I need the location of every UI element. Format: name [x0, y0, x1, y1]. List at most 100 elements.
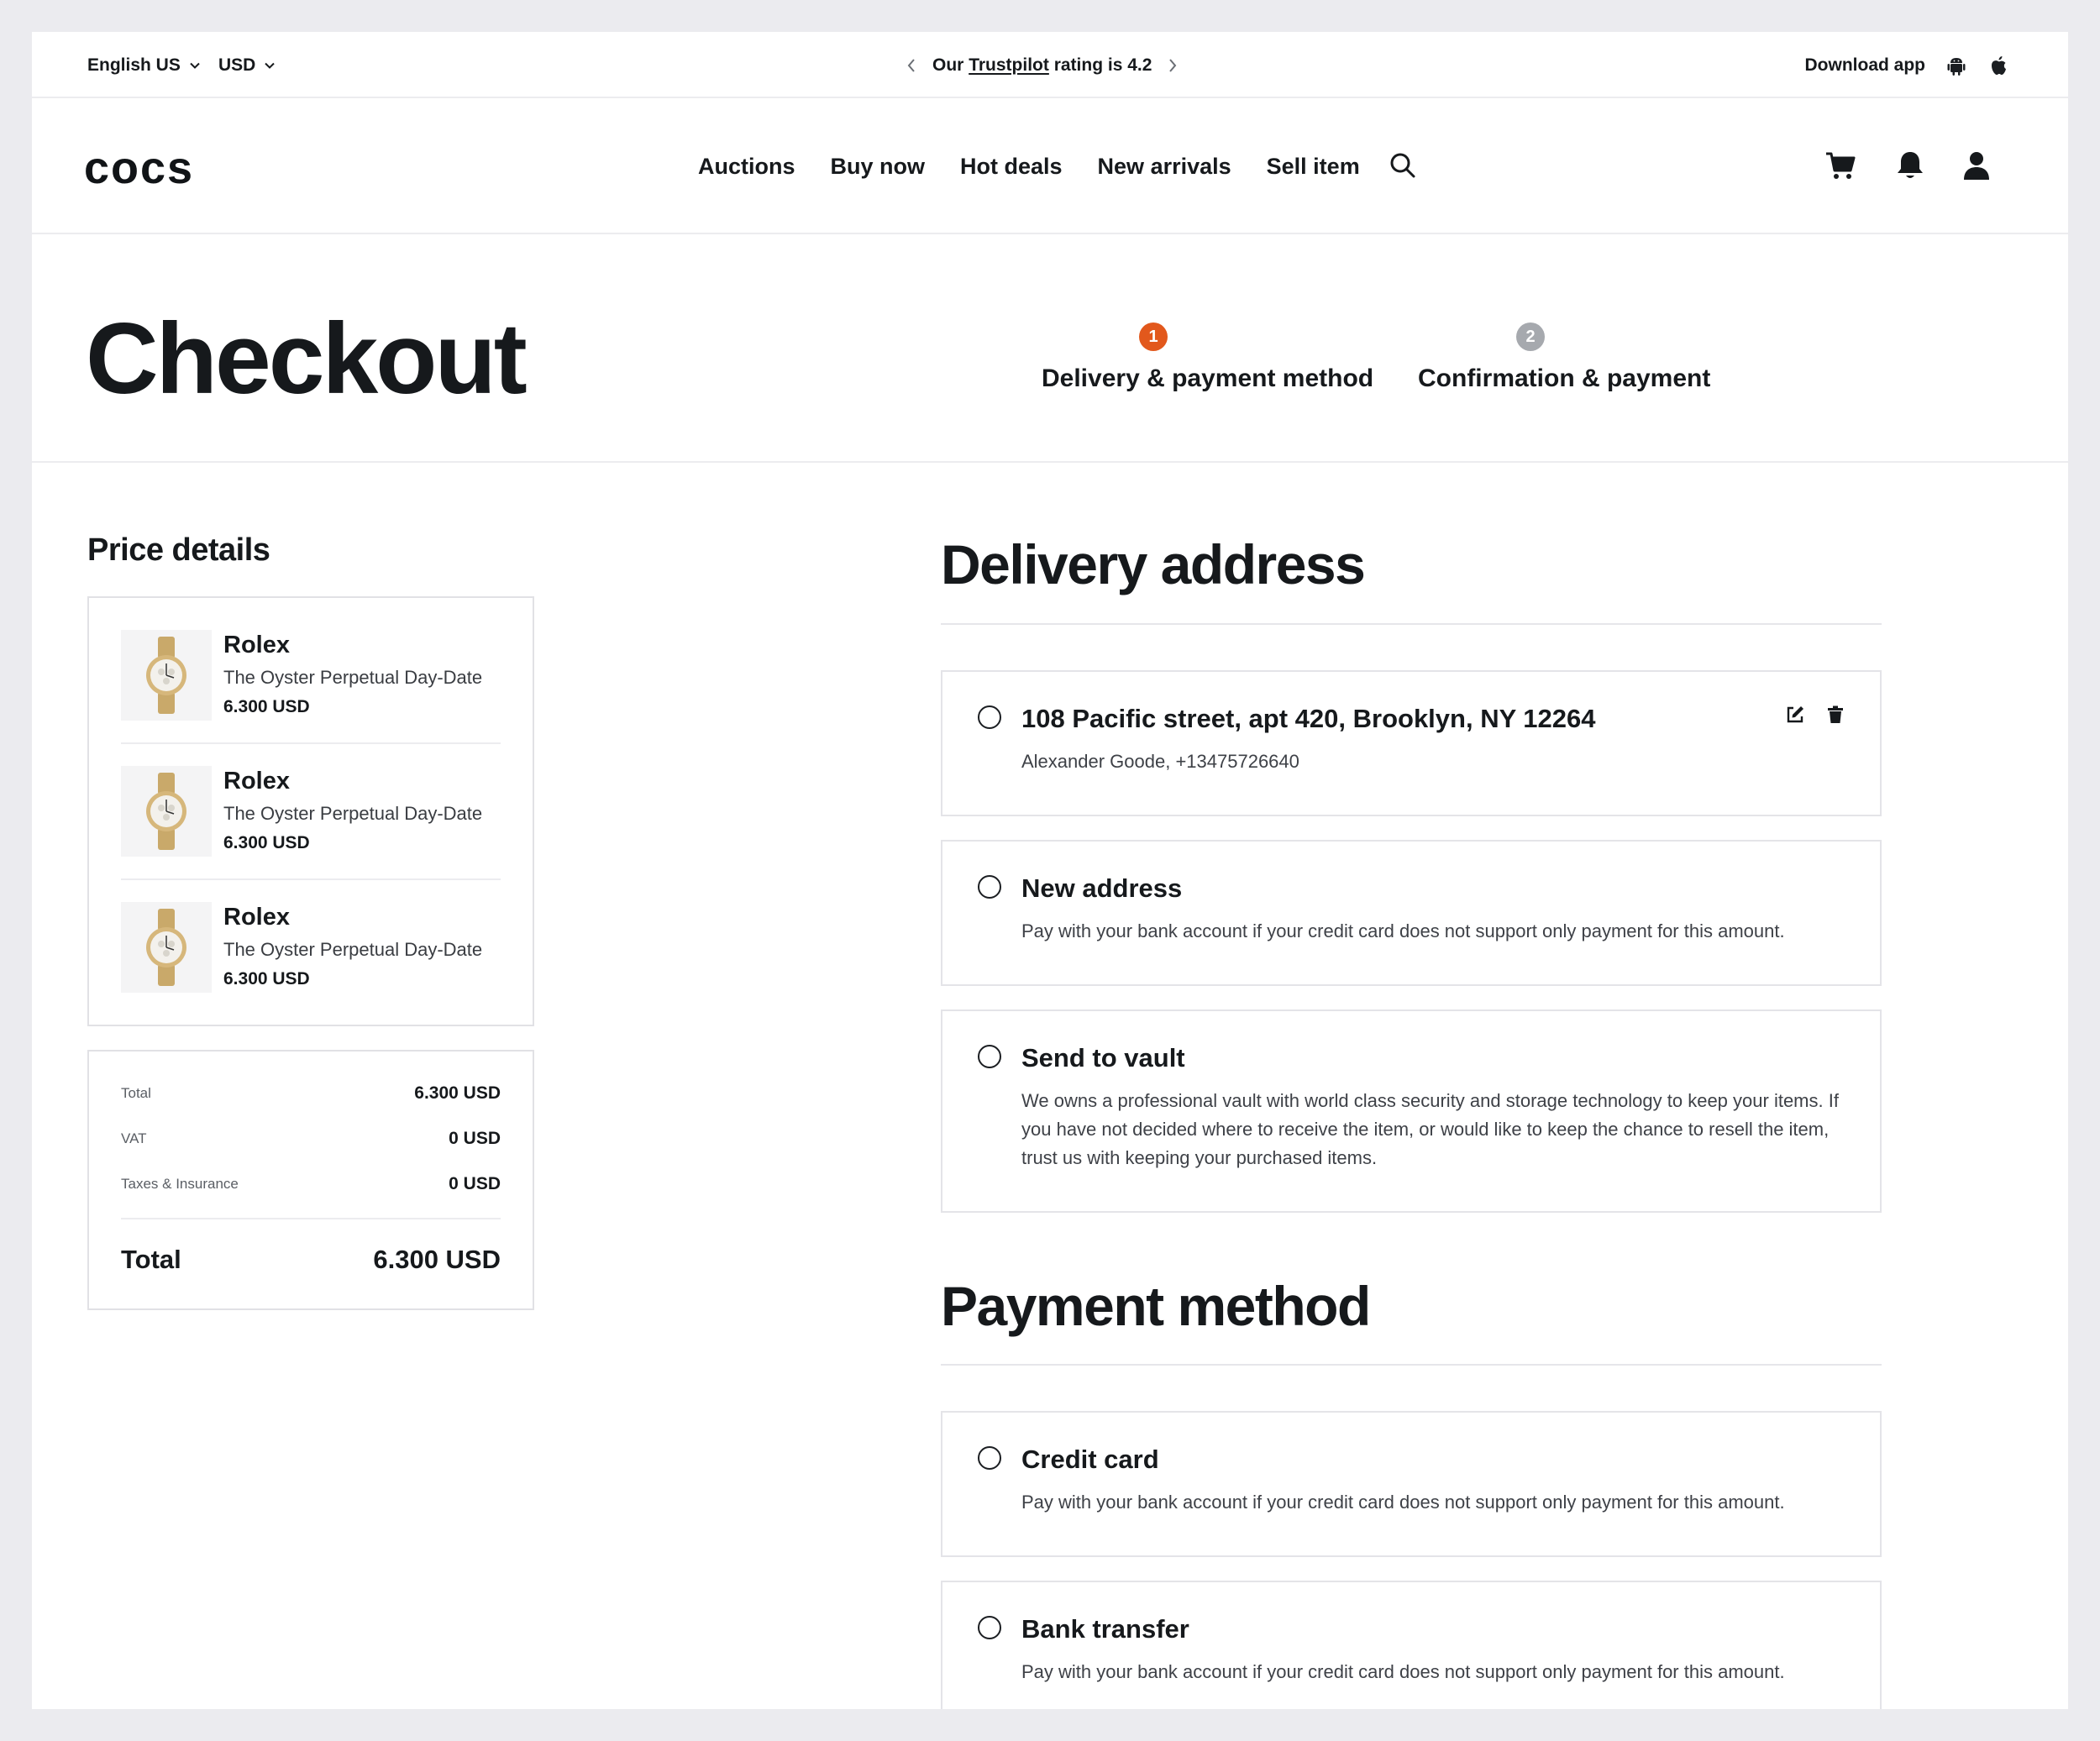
divider: [121, 878, 501, 880]
option-title: 108 Pacific street, apt 420, Brooklyn, N…: [1021, 704, 1596, 733]
nav-item-hot-deals[interactable]: Hot deals: [960, 154, 1063, 180]
nav-item-buy-now[interactable]: Buy now: [831, 154, 926, 180]
address-option-saved[interactable]: 108 Pacific street, apt 420, Brooklyn, N…: [941, 670, 1882, 816]
checkout-page: English US USD Our Trustpilot rating is …: [32, 32, 2068, 1709]
main-navigation: cocs Auctions Buy now Hot deals New arri…: [32, 98, 2068, 234]
totals-row: Total 6.300 USD: [121, 1083, 501, 1104]
edit-icon[interactable]: [1784, 704, 1806, 726]
address-option-vault[interactable]: Send to vault We owns a professional vau…: [941, 1009, 1882, 1213]
totals-value: 6.300 USD: [414, 1083, 501, 1103]
option-subtitle: Pay with your bank account if your credi…: [1021, 920, 1785, 941]
divider: [941, 1364, 1882, 1366]
grand-total: Total 6.300 USD: [121, 1245, 501, 1275]
watch-image: [146, 637, 186, 714]
cart-item[interactable]: Rolex The Oyster Perpetual Day-Date 6.30…: [121, 885, 501, 1021]
step-label: Confirmation & payment: [1418, 364, 1711, 392]
user-icon[interactable]: [1960, 149, 1993, 182]
nav-item-new-arrivals[interactable]: New arrivals: [1098, 154, 1231, 180]
payment-option-bank-transfer[interactable]: Bank transfer Pay with your bank account…: [941, 1581, 1882, 1709]
divider: [121, 1218, 501, 1219]
trash-icon[interactable]: [1824, 704, 1846, 726]
totals-label: Total: [121, 1085, 151, 1101]
bell-icon[interactable]: [1893, 149, 1927, 182]
watch-image: [146, 909, 186, 986]
trustpilot-text: Our Trustpilot rating is 4.2: [932, 55, 1152, 76]
trustpilot-link[interactable]: Trustpilot: [969, 55, 1049, 75]
page-title: Checkout: [86, 302, 528, 415]
option-title: Send to vault: [1021, 1043, 1185, 1072]
item-brand: Rolex: [223, 904, 290, 931]
language-selector[interactable]: English US: [87, 32, 201, 98]
option-subtitle: Pay with your bank account if your credi…: [1021, 1492, 1785, 1513]
payment-option-credit-card[interactable]: Credit card Pay with your bank account i…: [941, 1411, 1882, 1557]
search-icon[interactable]: [1388, 150, 1418, 181]
radio-button[interactable]: [978, 1045, 1001, 1068]
step-label: Delivery & payment method: [1042, 364, 1374, 392]
item-brand: Rolex: [223, 632, 290, 658]
download-app: Download app: [1805, 32, 2010, 98]
nav-item-auctions[interactable]: Auctions: [698, 154, 795, 180]
chevron-down-icon: [265, 62, 276, 69]
radio-button[interactable]: [978, 705, 1001, 729]
step-number-badge: 1: [1139, 323, 1168, 351]
radio-button[interactable]: [978, 1446, 1001, 1470]
option-title: Credit card: [1021, 1445, 1159, 1474]
currency-label: USD: [218, 55, 256, 75]
logo[interactable]: cocs: [84, 142, 194, 194]
totals-row: Taxes & Insurance 0 USD: [121, 1174, 501, 1194]
option-subtitle: Pay with your bank account if your credi…: [1021, 1661, 1785, 1682]
item-price: 6.300 USD: [223, 833, 310, 852]
android-icon[interactable]: [1945, 55, 1967, 76]
totals-value: 0 USD: [449, 1174, 501, 1193]
trustpilot-banner: Our Trustpilot rating is 4.2: [906, 32, 1242, 98]
option-title: Bank transfer: [1021, 1614, 1189, 1644]
cart-icon[interactable]: [1824, 149, 1857, 182]
item-brand: Rolex: [223, 768, 290, 794]
item-price: 6.300 USD: [223, 697, 310, 716]
payment-method-title: Payment method: [941, 1275, 1371, 1337]
nav-item-sell-item[interactable]: Sell item: [1267, 154, 1360, 180]
totals-box: Total 6.300 USD VAT 0 USD Taxes & Insura…: [87, 1050, 534, 1310]
trust-suffix: rating is 4.2: [1053, 55, 1152, 75]
step-number-badge: 2: [1516, 323, 1545, 351]
totals-value: 0 USD: [449, 1129, 501, 1148]
totals-row: VAT 0 USD: [121, 1129, 501, 1149]
nav-menu: Auctions Buy now Hot deals New arrivals …: [698, 98, 1360, 234]
chevron-right-icon[interactable]: [1167, 56, 1179, 75]
apple-icon[interactable]: [1987, 55, 2009, 76]
divider: [941, 623, 1882, 625]
option-title: New address: [1021, 873, 1183, 903]
cart-item[interactable]: Rolex The Oyster Perpetual Day-Date 6.30…: [121, 613, 501, 749]
cart-items-box: Rolex The Oyster Perpetual Day-Date 6.30…: [87, 596, 534, 1026]
chevron-down-icon: [190, 62, 200, 69]
option-subtitle: We owns a professional vault with world …: [1021, 1090, 1839, 1168]
item-description: The Oyster Perpetual Day-Date: [223, 803, 483, 824]
watch-thumbnail: [121, 902, 212, 993]
watch-thumbnail: [121, 766, 212, 857]
chevron-left-icon[interactable]: [906, 56, 917, 75]
item-description: The Oyster Perpetual Day-Date: [223, 939, 483, 960]
watch-thumbnail: [121, 630, 212, 721]
step-confirmation-payment[interactable]: 2 Confirmation & payment: [1418, 323, 1711, 393]
item-price: 6.300 USD: [223, 969, 310, 988]
utility-bar: English US USD Our Trustpilot rating is …: [32, 32, 2068, 98]
grand-total-label: Total: [121, 1245, 181, 1274]
totals-label: Taxes & Insurance: [121, 1176, 239, 1192]
trust-prefix: Our: [932, 55, 964, 75]
option-subtitle: Alexander Goode, +13475726640: [1021, 751, 1299, 772]
watch-image: [146, 773, 186, 850]
cart-item[interactable]: Rolex The Oyster Perpetual Day-Date 6.30…: [121, 749, 501, 885]
radio-button[interactable]: [978, 1616, 1001, 1639]
divider: [121, 742, 501, 744]
radio-button[interactable]: [978, 875, 1001, 899]
totals-label: VAT: [121, 1130, 147, 1146]
price-details-title: Price details: [87, 532, 270, 568]
step-delivery-payment[interactable]: 1 Delivery & payment method: [1042, 323, 1374, 393]
download-app-label: Download app: [1804, 55, 1926, 75]
checkout-header: Checkout 1 Delivery & payment method 2 C…: [32, 234, 2068, 463]
delivery-address-title: Delivery address: [941, 533, 1366, 595]
language-label: English US: [87, 55, 181, 75]
address-option-new[interactable]: New address Pay with your bank account i…: [941, 840, 1882, 986]
item-description: The Oyster Perpetual Day-Date: [223, 667, 483, 688]
currency-selector[interactable]: USD: [218, 32, 276, 98]
